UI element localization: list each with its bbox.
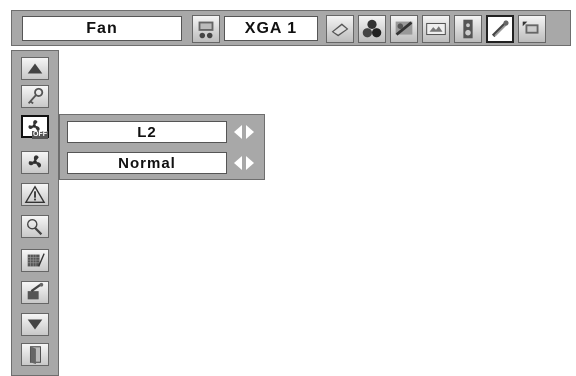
filter-icon[interactable] xyxy=(21,249,49,272)
exit-icon[interactable] xyxy=(21,343,49,366)
picture-adjust-icon[interactable] xyxy=(390,15,418,43)
menu-title: Fan xyxy=(22,16,182,41)
screen-icon[interactable] xyxy=(422,15,450,43)
fan-submenu-panel: L2 Normal xyxy=(59,114,265,180)
left-right-arrows-icon[interactable] xyxy=(231,121,257,143)
color-balls-icon[interactable] xyxy=(358,15,386,43)
lamp-icon[interactable] xyxy=(21,215,49,238)
fan-control-value[interactable]: L2 xyxy=(67,121,227,143)
sound-icon[interactable] xyxy=(454,15,482,43)
projector-osd: Fan XGA 1 OFF L2 Normal xyxy=(0,0,576,376)
down-arrow-icon[interactable] xyxy=(21,313,49,336)
laptop-icon[interactable] xyxy=(326,15,354,43)
fan-mode-arrows[interactable] xyxy=(231,152,257,174)
side-menu-bar: OFF xyxy=(11,50,59,376)
left-right-arrows-icon[interactable] xyxy=(231,152,257,174)
expand-icon[interactable] xyxy=(518,15,546,43)
top-menu-bar: Fan XGA 1 xyxy=(11,10,571,46)
reset-icon[interactable] xyxy=(21,281,49,304)
fan-icon[interactable] xyxy=(21,151,49,174)
computer-input-icon[interactable] xyxy=(192,15,220,43)
fan-off-icon[interactable]: OFF xyxy=(21,115,49,139)
fan-off-tag: OFF xyxy=(32,131,48,139)
fan-control-arrows[interactable] xyxy=(231,121,257,143)
input-signal-label: XGA 1 xyxy=(224,16,318,41)
fan-mode-value[interactable]: Normal xyxy=(67,152,227,174)
setting-icon[interactable] xyxy=(486,15,514,43)
key-icon[interactable] xyxy=(21,85,49,108)
warning-icon[interactable] xyxy=(21,183,49,206)
up-arrow-icon[interactable] xyxy=(21,57,49,80)
